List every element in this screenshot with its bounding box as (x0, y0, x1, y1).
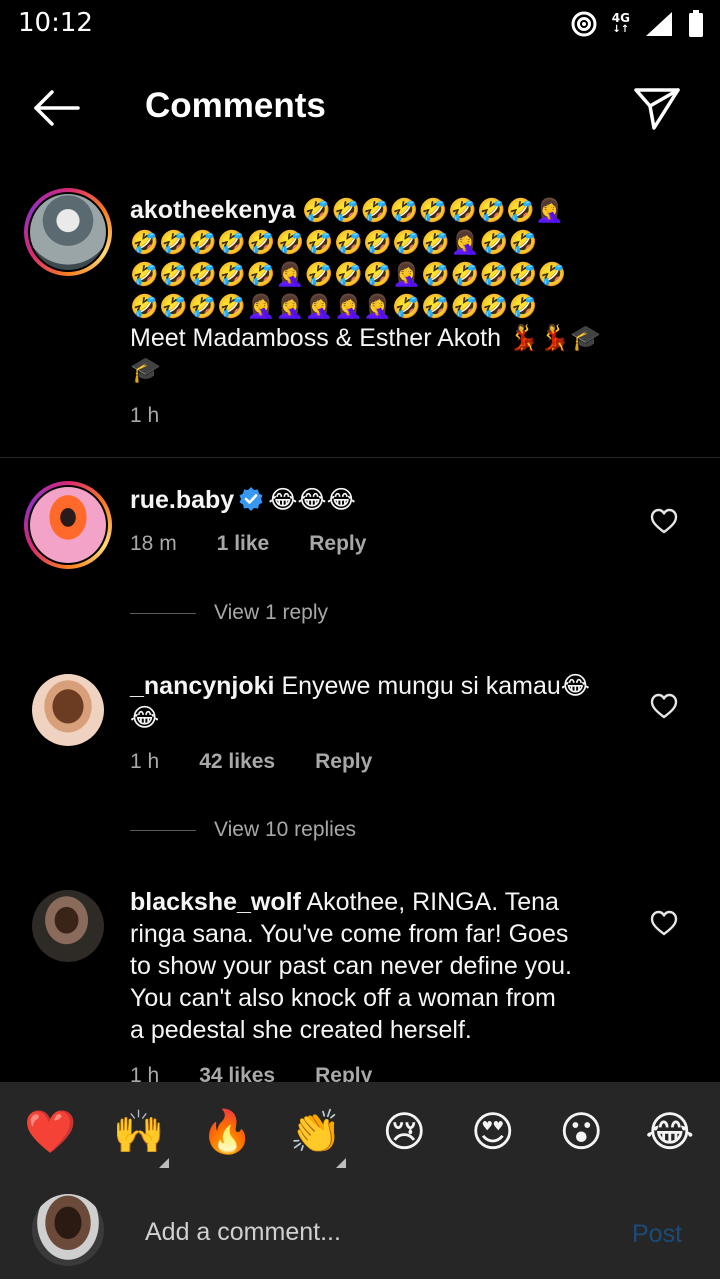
caption-text: akotheekenya 🤣🤣🤣🤣🤣🤣🤣🤣🤦‍♀️ 🤣🤣🤣🤣🤣🤣🤣🤣🤣🤣🤣🤦‍♀… (130, 194, 690, 386)
signal-icon (646, 12, 672, 36)
status-time: 10:12 (18, 8, 93, 38)
reaction-raised-hands[interactable]: 🙌 (99, 1100, 179, 1170)
comment-username[interactable]: blackshe_wolf (130, 888, 301, 916)
avatar[interactable] (32, 674, 104, 746)
skin-tone-indicator (158, 1158, 169, 1168)
caption-emoji-line-2: 🤣🤣🤣🤣🤣🤣🤣🤣🤣🤣🤣🤦‍♀️🤣🤣 (130, 229, 538, 255)
comment-text: _nancynjoki Enyewe mungu si kamau😂 😂 (130, 670, 630, 734)
comment-meta: 1 h 42 likes Reply (130, 750, 372, 774)
caption-emoji-line-4: 🤣🤣🤣🤣🤦‍♀️🤦‍♀️🤦‍♀️🤦‍♀️🤦‍♀️🤣🤣🤣🤣🤣 (130, 293, 538, 319)
heart-outline-icon[interactable] (650, 508, 678, 534)
comment-username[interactable]: _nancynjoki (130, 672, 275, 700)
verified-badge-icon (239, 487, 263, 511)
view-replies-label: View 10 replies (214, 818, 357, 841)
status-bar: 10:12 4G ↓↑ (0, 0, 720, 50)
comment-body: Akothee, RINGA. Tena (300, 888, 559, 916)
comment-body-line-5: a pedestal she created herself. (130, 1016, 472, 1044)
caption-body: Meet Madamboss & Esther Akoth 💃💃🎓 (130, 324, 602, 352)
caption-time: 1 h (130, 404, 160, 427)
current-user-avatar (32, 1194, 104, 1266)
comment-input-row: Add a comment... Post (0, 1190, 720, 1276)
comment-body: Enyewe mungu si kamau😂 (281, 672, 590, 700)
reaction-fire[interactable]: 🔥 (187, 1100, 267, 1170)
header: Comments (0, 68, 720, 148)
comment-likes[interactable]: 42 likes (199, 750, 275, 774)
network-type: 4G ↓↑ (611, 11, 630, 35)
comment-meta: 18 m 1 like Reply (130, 532, 366, 556)
comment-text: rue.baby 😂😂😂 (130, 484, 630, 516)
comment-body-cont: 😂 (130, 704, 160, 732)
hotspot-icon (571, 11, 597, 37)
heart-outline-icon[interactable] (650, 910, 678, 936)
view-replies-button[interactable]: View 10 replies (130, 818, 356, 842)
comment-input[interactable]: Add a comment... (145, 1218, 341, 1247)
battery-icon (689, 10, 703, 37)
comment-username[interactable]: rue.baby (130, 486, 234, 514)
post-caption: akotheekenya 🤣🤣🤣🤣🤣🤣🤣🤣🤦‍♀️ 🤣🤣🤣🤣🤣🤣🤣🤣🤣🤣🤣🤦‍♀… (0, 180, 720, 458)
caption-meta: 1 h (130, 404, 159, 428)
avatar (30, 194, 106, 270)
post-button[interactable]: Post (632, 1220, 682, 1249)
comment-composer-panel: ❤️ 🙌 🔥 👏 😢 😍 😮 😂 Add a comment... Post (0, 1082, 720, 1279)
reply-button[interactable]: Reply (315, 750, 372, 774)
quick-reactions-bar: ❤️ 🙌 🔥 👏 😢 😍 😮 😂 (0, 1100, 720, 1170)
raised-hands-emoji: 🙌 (112, 1107, 165, 1156)
reaction-clap[interactable]: 👏 (276, 1100, 356, 1170)
status-icons: 4G ↓↑ (570, 10, 704, 38)
divider-line (130, 829, 196, 831)
avatar[interactable] (32, 890, 104, 962)
caption-avatar-ring[interactable] (24, 188, 112, 276)
view-replies-button[interactable]: View 1 reply (130, 601, 328, 625)
divider-line (130, 612, 196, 614)
comment-body-line-2: ringa sana. You've come from far! Goes (130, 920, 569, 948)
skin-tone-indicator (335, 1158, 346, 1168)
comment-body-line-4: You can't also knock off a woman from (130, 984, 556, 1012)
caption-body-cont: 🎓 (130, 356, 162, 384)
avatar (30, 487, 106, 563)
comment-likes[interactable]: 1 like (217, 532, 270, 556)
comment-time: 18 m (130, 532, 177, 555)
comment-time: 1 h (130, 750, 160, 773)
network-label: 4G (611, 11, 630, 25)
paper-plane-icon[interactable] (632, 84, 682, 132)
clap-emoji: 👏 (289, 1107, 342, 1156)
comment-body-line-3: to show your past can never define you. (130, 952, 572, 980)
caption-username[interactable]: akotheekenya (130, 196, 295, 224)
caption-emoji-line-1: 🤣🤣🤣🤣🤣🤣🤣🤣🤦‍♀️ (302, 197, 565, 223)
reply-button[interactable]: Reply (309, 532, 366, 556)
heart-outline-icon[interactable] (650, 693, 678, 719)
reaction-crying[interactable]: 😢 (364, 1100, 444, 1170)
view-replies-label: View 1 reply (214, 601, 329, 624)
page-title: Comments (145, 86, 326, 125)
reaction-surprised[interactable]: 😮 (541, 1100, 621, 1170)
comment-text: blackshe_wolf Akothee, RINGA. Tena ringa… (130, 886, 630, 1046)
comment-body: 😂😂😂 (268, 486, 356, 514)
reaction-laughing[interactable]: 😂 (630, 1100, 710, 1170)
caption-emoji-line-3: 🤣🤣🤣🤣🤣🤦‍♀️🤣🤣🤣🤦‍♀️🤣🤣🤣🤣🤣 (130, 261, 568, 287)
reaction-heart[interactable]: ❤️ (10, 1100, 90, 1170)
reaction-heart-eyes[interactable]: 😍 (453, 1100, 533, 1170)
arrow-left-icon[interactable] (30, 86, 82, 130)
comment-avatar-ring[interactable] (24, 481, 112, 569)
